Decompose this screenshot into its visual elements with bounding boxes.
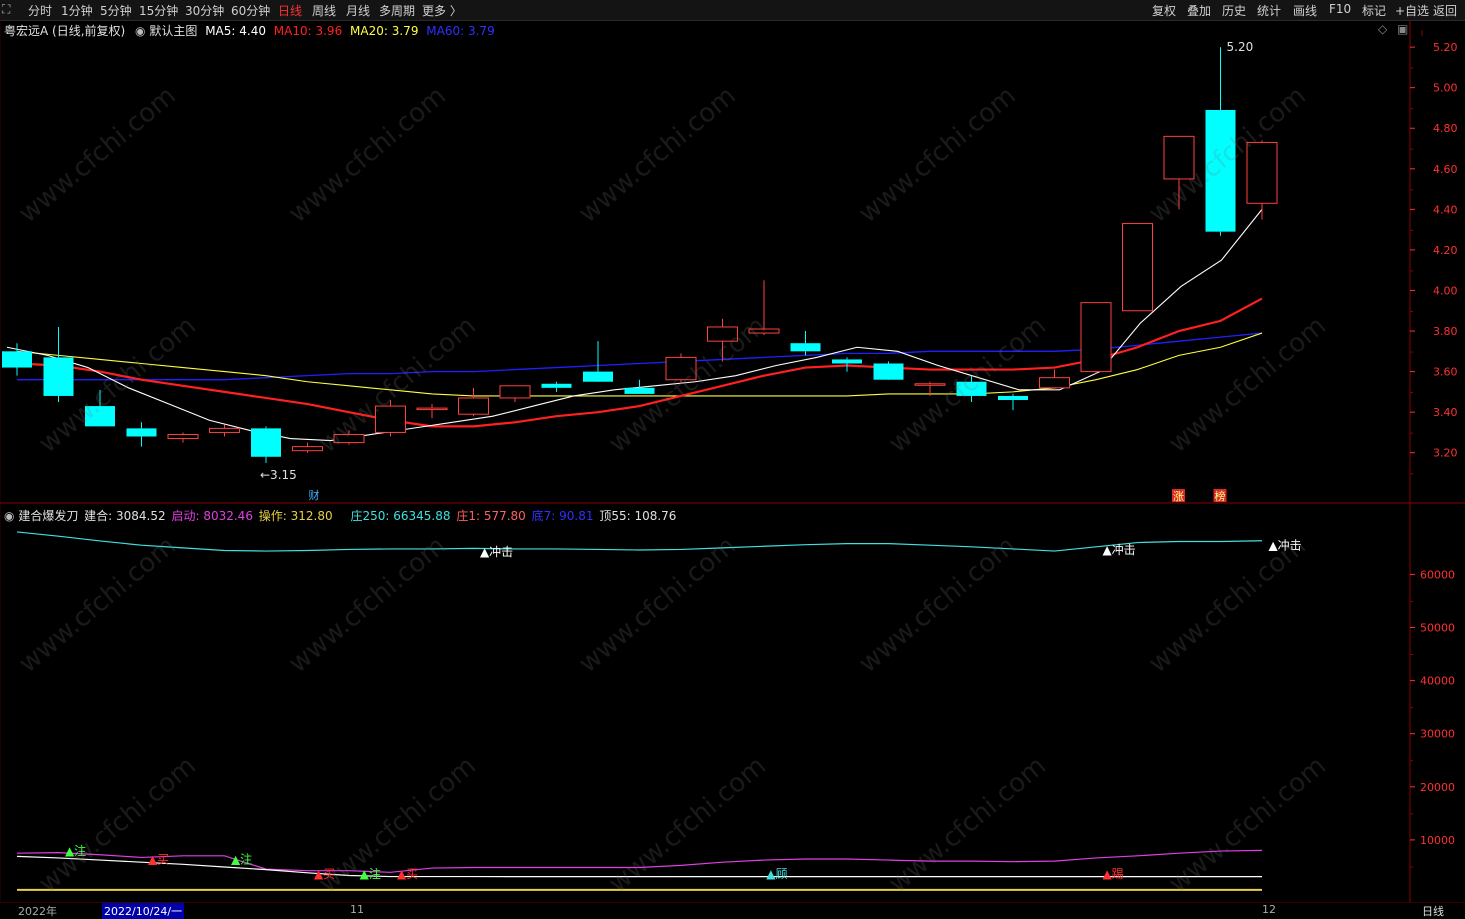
candle-body (541, 383, 572, 388)
sub-tick-label: 40000 (1420, 675, 1455, 688)
mai-marker: ▲买 (148, 852, 169, 866)
candle-body (998, 395, 1028, 400)
sub-tick-label: 20000 (1420, 781, 1455, 794)
stock-name: 粤宏远A (日线,前复权) (4, 24, 126, 38)
candle-body (209, 427, 240, 433)
price-tick-label: 4.60 (1433, 163, 1458, 176)
month-11-label: 11 (350, 903, 364, 916)
candle-body (1246, 141, 1278, 204)
di7-value: 底7: 90.81 (531, 509, 594, 523)
candle-body (583, 371, 613, 382)
cursor-date-box: 2022/10/24/一 (102, 903, 185, 919)
mai-marker: ▲买 (314, 867, 335, 881)
sub-tick-label: 60000 (1420, 568, 1455, 581)
gu-marker: ▲顾 (766, 867, 787, 881)
window-icon[interactable]: ▣ (1397, 22, 1408, 36)
ma60-value: MA60: 3.79 (426, 24, 495, 38)
event-badge: 涨 (1173, 490, 1184, 503)
kline-chart[interactable]: 5.20 5.00 4.80 4.60 4.40 4.20 4.00 3.80 3.60 3.40… (0, 0, 1465, 916)
candle-body (1080, 302, 1112, 373)
main-info-line: 粤宏远A (日线,前复权) ◉ 默认主图 MA5: 4.40 MA10: 3.9… (4, 22, 495, 39)
candle-body (1122, 223, 1153, 312)
candle-body (1039, 377, 1070, 389)
candle-body (748, 328, 780, 334)
candle-body (375, 405, 406, 433)
jianhe-value: 建合: 3084.52 (84, 509, 166, 523)
event-badge: 榜 (1215, 489, 1226, 503)
sub-indicator-name[interactable]: 建合爆发刀 (18, 509, 78, 523)
candle-body (458, 397, 489, 415)
candle-body (167, 433, 199, 440)
candle-body (2, 351, 32, 368)
candle-body (292, 446, 323, 452)
candle-body (832, 359, 862, 364)
candle-body (707, 326, 738, 342)
candle-body (624, 387, 655, 394)
candle-body (251, 428, 281, 457)
candle-body (914, 383, 946, 386)
price-tick-label: 5.20 (1433, 41, 1458, 54)
zhuang1-value: 庄1: 577.80 (456, 509, 526, 523)
cai-marker: 财 (309, 488, 320, 502)
candle-body (790, 343, 821, 352)
price-tick-label: 5.00 (1433, 82, 1458, 95)
zhuang250-value: 庄250: 66345.88 (350, 509, 451, 523)
price-tick-label: 3.80 (1433, 325, 1458, 338)
sub-tick-label: 50000 (1420, 622, 1455, 635)
sub-series-line (16, 531, 1263, 552)
zhu-marker: ▲注 (65, 843, 86, 858)
sub-info-line: ◉ 建合爆发刀 建合: 3084.52 启动: 8032.46 操作: 312.… (4, 507, 676, 524)
price-tick-label: 4.80 (1433, 122, 1458, 135)
ding55-value: 顶55: 108.76 (599, 509, 677, 523)
sub-tick-label: 30000 (1420, 728, 1455, 741)
diamond-icon[interactable]: ◇ (1378, 22, 1387, 36)
indicator-toggle-icon[interactable]: ◉ (135, 24, 145, 38)
qidong-value: 启动: 8032.46 (171, 509, 253, 523)
price-tick-label: 3.60 (1433, 366, 1458, 379)
price-tick-label: 4.40 (1433, 203, 1458, 216)
price-tick-label: 4.20 (1433, 244, 1458, 257)
ma10-value: MA10: 3.96 (273, 24, 343, 38)
low-price-label: ←3.15 (260, 468, 297, 482)
candle-body (665, 356, 697, 381)
ma60-line (17, 332, 1263, 381)
candle-body (333, 433, 365, 444)
high-price-label: 5.20 (1227, 40, 1254, 54)
date-axis: 2022年 2022/10/24/一 11 12 日线 (0, 902, 1465, 919)
period-label[interactable]: 日线 (1422, 903, 1444, 919)
ma20-value: MA20: 3.79 (350, 24, 419, 38)
sub-indicator-toggle-icon[interactable]: ◉ (4, 509, 14, 523)
candle-body (873, 363, 904, 380)
candle-body (85, 406, 115, 427)
candle-body (43, 357, 74, 396)
price-tick-label: 4.00 (1433, 284, 1458, 297)
chongji-marker: ▲冲击 (480, 544, 513, 559)
ma5-value: MA5: 4.40 (205, 24, 266, 38)
chongji-marker: ▲冲击 (1102, 542, 1135, 557)
candle-body (956, 381, 987, 396)
candle-body (1205, 109, 1236, 232)
zhu-marker: ▲注 (360, 866, 381, 881)
candle-body (1163, 135, 1195, 180)
main-indicator-name[interactable]: 默认主图 (149, 24, 197, 38)
candle-body (499, 385, 531, 399)
chongji-marker: ▲冲击 (1268, 537, 1301, 552)
ma10-line (16, 297, 1263, 428)
price-tick-label: 3.40 (1433, 406, 1458, 419)
candle-body (416, 407, 448, 411)
candle-body (126, 428, 157, 437)
sub-tick-label: 10000 (1420, 834, 1455, 847)
mai-marker: ▲买 (397, 867, 418, 881)
year-label: 2022年 (18, 905, 57, 918)
zhu-marker: ▲注 (231, 851, 252, 866)
month-12-label: 12 (1262, 903, 1276, 916)
price-tick-label: 3.20 (1433, 447, 1458, 460)
sub-series-line (16, 849, 1263, 873)
caozuo-value: 操作: 312.80 (258, 509, 333, 523)
ti-marker: ▲踢 (1102, 867, 1123, 881)
